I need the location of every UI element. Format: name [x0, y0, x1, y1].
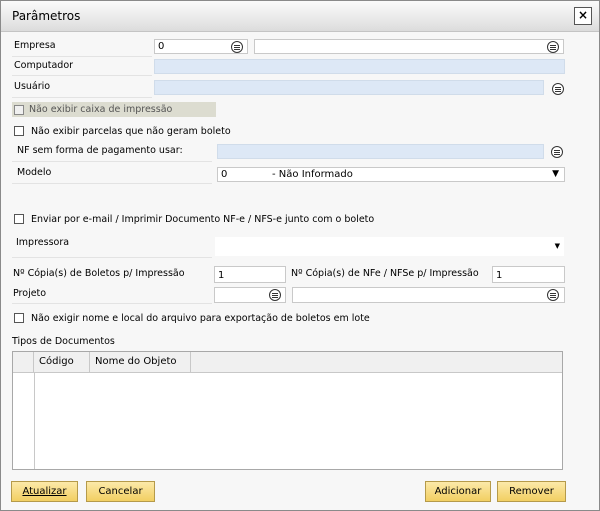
separator	[12, 75, 152, 76]
copias-boletos-label: Nº Cópia(s) de Boletos p/ Impressão	[13, 268, 185, 279]
copias-boletos-input[interactable]: 1	[214, 266, 286, 283]
tipos-documentos-label: Tipos de Documentos	[12, 336, 115, 347]
computador-label: Computador	[14, 60, 74, 71]
projeto-name-picker-icon[interactable]	[547, 289, 559, 301]
modelo-value: - Não Informado	[272, 169, 353, 180]
nao-exibir-caixa-checkbox-icon[interactable]	[14, 105, 24, 115]
separator	[12, 97, 152, 98]
nf-sem-forma-label: NF sem forma de pagamento usar:	[17, 145, 183, 156]
grid-header-nome-objeto[interactable]: Nome do Objeto	[90, 352, 191, 372]
atualizar-button-label: Atualizar	[22, 486, 67, 497]
separator	[12, 183, 212, 184]
empresa-code-picker-icon[interactable]	[231, 41, 243, 53]
empresa-name-input[interactable]	[254, 39, 564, 54]
adicionar-button[interactable]: Adicionar	[425, 481, 491, 502]
empresa-label: Empresa	[14, 40, 56, 51]
enviar-email-label: Enviar por e-mail / Imprimir Documento N…	[31, 214, 375, 225]
separator	[12, 303, 212, 304]
nf-sem-forma-field	[217, 144, 544, 159]
dropdown-arrow-icon[interactable]: ▼	[555, 240, 560, 253]
projeto-label: Projeto	[13, 288, 47, 299]
grid-header-codigo[interactable]: Código	[34, 352, 90, 372]
nao-exibir-caixa-label: Não exibir caixa de impressão	[29, 104, 173, 115]
nf-sem-forma-picker-icon[interactable]	[551, 146, 563, 158]
usuario-field	[154, 80, 544, 95]
usuario-picker-icon[interactable]	[552, 83, 564, 95]
grid-column-divider	[34, 372, 35, 469]
nao-exigir-nome-label: Não exigir nome e local do arquivo para …	[31, 313, 370, 324]
computador-field	[154, 59, 565, 74]
parametros-window: Parâmetros × Empresa 0 Computador Usuári…	[0, 0, 600, 511]
separator	[12, 56, 152, 57]
tipos-documentos-grid[interactable]: Código Nome do Objeto	[12, 351, 563, 470]
grid-header-row-selector[interactable]	[13, 352, 34, 372]
nao-exigir-nome-checkbox-icon[interactable]	[14, 313, 24, 323]
separator	[12, 161, 212, 162]
projeto-code-picker-icon[interactable]	[269, 289, 281, 301]
empresa-name-picker-icon[interactable]	[547, 41, 559, 53]
nao-exibir-parcelas-checkbox-icon[interactable]	[14, 126, 24, 136]
window-title: Parâmetros	[12, 9, 81, 23]
cancelar-button[interactable]: Cancelar	[86, 481, 155, 502]
modelo-code: 0	[221, 169, 228, 180]
title-bar: Parâmetros ×	[1, 1, 599, 32]
close-icon[interactable]: ×	[574, 7, 592, 25]
dropdown-arrow-icon[interactable]: ▼	[552, 168, 559, 181]
atualizar-button[interactable]: Atualizar	[11, 481, 78, 502]
impressora-label: Impressora	[16, 237, 70, 248]
grid-header: Código Nome do Objeto	[13, 352, 562, 373]
separator	[12, 257, 212, 258]
modelo-select[interactable]: 0 - Não Informado ▼	[217, 167, 565, 182]
usuario-label: Usuário	[14, 81, 51, 92]
nao-exibir-parcelas-label: Não exibir parcelas que não geram boleto	[31, 126, 231, 137]
modelo-label: Modelo	[17, 167, 52, 178]
enviar-email-checkbox-icon[interactable]	[14, 214, 24, 224]
impressora-select[interactable]: ▼	[215, 237, 564, 256]
projeto-name-input[interactable]	[292, 287, 565, 303]
copias-nfe-input[interactable]: 1	[492, 266, 565, 283]
copias-nfe-label: Nº Cópia(s) de NFe / NFSe p/ Impressão	[291, 268, 479, 279]
remover-button[interactable]: Remover	[497, 481, 566, 502]
